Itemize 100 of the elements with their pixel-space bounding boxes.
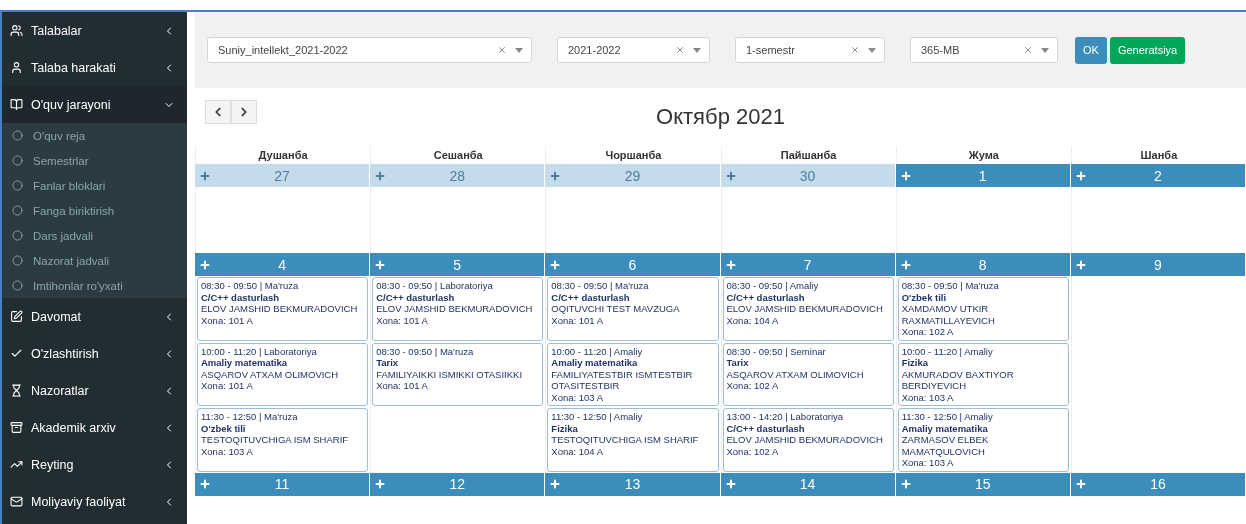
plus-icon[interactable] (374, 258, 387, 271)
next-button[interactable] (231, 100, 257, 124)
plus-icon[interactable] (549, 258, 562, 271)
event-card[interactable]: 10:00 - 11:20 | Laboratoriya Amaliy matematika ASQAROV ATXAM OLIMOVICH Xona: 101 A (197, 342, 369, 406)
day-header[interactable]: 11 (195, 472, 371, 496)
select-field[interactable]: 1-semestr (735, 37, 885, 63)
event-card[interactable]: 08:30 - 09:50 | Laboratoriya C/C++ dasturlash ELOV JAMSHID BEKMURADOVICH Xona: 101 A (372, 277, 544, 341)
sidebar-item[interactable]: O'quv jarayoni (2, 86, 187, 123)
hourglass-icon (10, 384, 23, 397)
plus-icon[interactable] (1074, 169, 1087, 182)
submenu-item[interactable]: Imtihonlar ro'yxati (2, 273, 187, 298)
clear-icon[interactable] (675, 45, 685, 55)
event-time: 08:30 - 09:50 | Laboratoriya (376, 280, 494, 292)
sidebar-item[interactable]: Davomat (2, 298, 187, 335)
event-card[interactable]: 11:30 - 12:50 | Amaliy Amaliy matematika ZARMASOV ELBEK MAMATQULOVICH Xona: 103 A (897, 408, 1069, 472)
circle-icon (12, 255, 23, 266)
plus-icon[interactable] (199, 258, 211, 271)
event-time: 10:00 - 11:20 | Amaliy (551, 345, 644, 357)
day-header[interactable]: 6 (545, 253, 721, 276)
envelope-icon (10, 495, 23, 508)
plus-icon[interactable] (724, 478, 737, 490)
event-subject: Tarix (376, 357, 400, 369)
plus-icon[interactable] (1074, 478, 1087, 490)
plus-icon[interactable] (374, 478, 387, 490)
day-header[interactable]: 15 (895, 472, 1071, 496)
sidebar-item[interactable]: Reyting (2, 446, 187, 483)
day-header[interactable]: 7 (720, 253, 896, 276)
event-room: Xona: 101 A (201, 314, 254, 326)
event-card[interactable]: 08:30 - 09:50 | Ma'ruza Tarix FAMILIYAIKKI ISMIKKI OTASIIKKI Xona: 101 A (372, 342, 544, 406)
submenu-item[interactable]: Fanga biriktirish (2, 198, 187, 223)
day-header[interactable]: 16 (1070, 472, 1246, 496)
pencil-square-icon (10, 310, 23, 323)
plus-icon[interactable] (549, 478, 562, 490)
event-card[interactable]: 08:30 - 09:50 | Ma'ruza C/C++ dasturlash OQITUVCHI TEST MAVZUGA Xona: 101 A (547, 277, 719, 341)
plus-icon[interactable] (724, 169, 737, 182)
plus-icon[interactable] (549, 169, 562, 182)
event-card[interactable]: 10:00 - 11:20 | Amaliy Amaliy matematika FAMILIYATESTBIR ISMTESTBIR OTASITESTBIR Xona: 103 A (547, 342, 719, 406)
select-field[interactable]: 365-MB (910, 37, 1058, 63)
clear-icon[interactable] (850, 45, 860, 55)
sidebar-item[interactable]: Moliyaviy faoliyat (2, 483, 187, 520)
submenu-item[interactable]: Nazorat jadvali (2, 248, 187, 273)
day-header[interactable]: 9 (1070, 253, 1246, 276)
day-header[interactable]: 4 (195, 253, 371, 276)
day-header[interactable]: 1 (895, 164, 1071, 187)
circle-icon (12, 155, 23, 166)
event-card[interactable]: 11:30 - 12:50 | Ma'ruza O'zbek tili TESTOQITUVCHIGA ISM SHARIF Xona: 103 A (197, 408, 369, 472)
day-header[interactable]: 5 (370, 253, 546, 276)
sidebar-item[interactable]: Talaba harakati (2, 49, 187, 86)
plus-icon[interactable] (199, 169, 211, 182)
plus-icon[interactable] (374, 169, 387, 182)
ok-button[interactable]: OK (1075, 36, 1107, 64)
users-icon (10, 24, 23, 37)
event-teacher: TESTOQITUVCHIGA ISM SHARIF (201, 434, 350, 446)
event-card[interactable]: 08:30 - 09:50 | Seminar Tarix ASQAROV ATXAM OLIMOVICH Xona: 102 A (722, 342, 894, 406)
event-teacher: ELOV JAMSHID BEKMURADOVICH (726, 434, 884, 446)
event-time: 13:00 - 14:20 | Laboratoriya (726, 411, 845, 423)
submenu-item[interactable]: Semestrlar (2, 148, 187, 173)
circle-icon (12, 280, 23, 291)
event-time: 08:30 - 09:50 | Ma'ruza (376, 345, 475, 357)
plus-icon[interactable] (724, 258, 737, 271)
event-card[interactable]: 13:00 - 14:20 | Laboratoriya C/C++ dasturlash ELOV JAMSHID BEKMURADOVICH Xona: 102 A (722, 408, 894, 472)
event-room: Xona: 101 A (376, 380, 429, 392)
event-card[interactable]: 11:30 - 12:50 | Amaliy Fizika TESTOQITUVCHIGA ISM SHARIF Xona: 104 A (547, 408, 719, 472)
plus-icon[interactable] (899, 169, 912, 182)
event-subject: Tarix (726, 357, 750, 369)
submenu-item[interactable]: Fanlar bloklari (2, 173, 187, 198)
book-icon (10, 98, 23, 111)
sidebar-item[interactable]: O'zlashtirish (2, 335, 187, 372)
clear-icon[interactable] (1023, 45, 1033, 55)
event-card[interactable]: 08:30 - 09:50 | Ma'ruza O'zbek tili XAMDAMOV UTKIR RAXMATILLAYEVICH Xona: 102 A (897, 277, 1069, 341)
day-header[interactable]: 8 (895, 253, 1071, 276)
event-subject: C/C++ dasturlash (726, 291, 806, 303)
event-card[interactable]: 08:30 - 09:50 | Ma'ruza C/C++ dasturlash ELOV JAMSHID BEKMURADOVICH Xona: 101 A (197, 277, 369, 341)
plus-icon[interactable] (1074, 258, 1087, 271)
event-time: 10:00 - 11:20 | Amaliy (901, 345, 994, 357)
plus-icon[interactable] (899, 478, 912, 490)
day-header[interactable]: 2 (1070, 164, 1246, 187)
sidebar-item[interactable]: Talabalar (2, 12, 187, 49)
plus-icon[interactable] (899, 258, 912, 271)
day-header[interactable]: 14 (720, 472, 896, 496)
sidebar-item[interactable]: Nazoratlar (2, 372, 187, 409)
plus-icon[interactable] (199, 478, 211, 490)
event-subject: C/C++ dasturlash (201, 291, 281, 303)
event-subject: Amaliy matematika (901, 422, 989, 434)
event-subject: C/C++ dasturlash (376, 291, 456, 303)
day-header[interactable]: 13 (545, 472, 721, 496)
submenu-item[interactable]: O'quv reja (2, 123, 187, 148)
line-chart-icon (10, 458, 23, 471)
sidebar-item[interactable]: Akademik arxiv (2, 409, 187, 446)
event-card[interactable]: 10:00 - 11:20 | Amaliy Fizika AKMURADOV BAXTIYOR BERDIYEVICH Xona: 103 A (897, 342, 1069, 406)
event-subject: Amaliy matematika (551, 357, 639, 369)
previous-button[interactable] (205, 100, 231, 124)
event-teacher: ELOV JAMSHID BEKMURADOVICH (726, 303, 884, 315)
event-card[interactable]: 08:30 - 09:50 | Amaliy C/C++ dasturlash ELOV JAMSHID BEKMURADOVICH Xona: 104 A (722, 277, 894, 341)
submenu-item[interactable]: Dars jadvali (2, 223, 187, 248)
select-field[interactable]: 2021-2022 (557, 37, 710, 63)
day-header[interactable]: 12 (370, 472, 546, 496)
select-field[interactable]: Suniy_intellekt_2021-2022 (207, 37, 532, 63)
event-time: 10:00 - 11:20 | Laboratoriya (201, 345, 318, 357)
clear-icon[interactable] (497, 45, 507, 55)
